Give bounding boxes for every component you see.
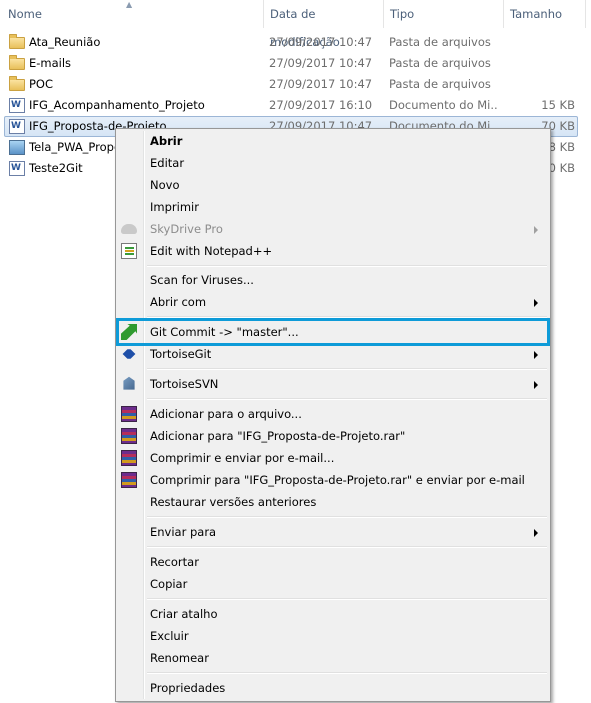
menu-item-restore-versions[interactable]: Restaurar versões anteriores xyxy=(118,491,548,513)
menu-separator xyxy=(147,368,547,370)
menu-separator xyxy=(147,265,547,267)
menu-item-print[interactable]: Imprimir xyxy=(118,196,548,218)
menu-separator xyxy=(147,516,547,518)
file-row-e-mails[interactable]: E-mails 27/09/2017 10:47 Pasta de arquiv… xyxy=(0,53,591,74)
image-file-icon xyxy=(9,140,25,155)
file-row-ata-reuniao[interactable]: Ata_Reunião 27/09/2017 10:47 Pasta de ar… xyxy=(0,32,591,53)
menu-item-properties[interactable]: Propriedades xyxy=(118,677,548,699)
submenu-arrow-icon xyxy=(534,351,538,359)
winrar-icon xyxy=(121,450,137,466)
notepadpp-icon xyxy=(121,243,137,259)
menu-separator xyxy=(147,672,547,674)
menu-item-cut[interactable]: Recortar xyxy=(118,551,548,573)
word-doc-icon xyxy=(9,119,25,134)
menu-separator xyxy=(147,546,547,548)
word-doc-icon xyxy=(9,98,25,113)
menu-item-add-to-rar[interactable]: Adicionar para "IFG_Proposta-de-Projeto.… xyxy=(118,425,548,447)
folder-icon xyxy=(9,76,25,91)
menu-item-skydrive-pro[interactable]: SkyDrive Pro xyxy=(118,218,548,240)
menu-separator xyxy=(147,398,547,400)
file-row-ifg-acompanhamento[interactable]: IFG_Acompanhamento_Projeto 27/09/2017 16… xyxy=(0,95,591,116)
menu-item-scan-viruses[interactable]: Scan for Viruses... xyxy=(118,269,548,291)
menu-item-open[interactable]: Abrir xyxy=(118,130,548,152)
menu-item-notepadpp[interactable]: Edit with Notepad++ xyxy=(118,240,548,262)
menu-item-compress-email[interactable]: Comprimir e enviar por e-mail... xyxy=(118,447,548,469)
submenu-arrow-icon xyxy=(534,299,538,307)
menu-item-add-to-archive[interactable]: Adicionar para o arquivo... xyxy=(118,403,548,425)
winrar-icon xyxy=(121,406,137,422)
column-type[interactable]: Tipo xyxy=(384,0,504,28)
file-row-poc[interactable]: POC 27/09/2017 10:47 Pasta de arquivos xyxy=(0,74,591,95)
folder-icon xyxy=(9,55,25,70)
menu-item-copy[interactable]: Copiar xyxy=(118,573,548,595)
column-date[interactable]: Data de modificação xyxy=(264,0,384,49)
cloud-icon xyxy=(121,224,137,234)
column-size[interactable]: Tamanho xyxy=(504,0,586,28)
menu-item-tortoisegit[interactable]: TortoiseGit xyxy=(118,343,548,365)
word-doc-icon xyxy=(9,161,25,176)
menu-item-delete[interactable]: Excluir xyxy=(118,625,548,647)
context-menu: Abrir Editar Novo Imprimir SkyDrive Pro … xyxy=(115,128,551,702)
menu-item-compress-rar-email[interactable]: Comprimir para "IFG_Proposta-de-Projeto.… xyxy=(118,469,548,491)
tortoisegit-icon xyxy=(122,349,136,359)
menu-item-rename[interactable]: Renomear xyxy=(118,647,548,669)
menu-item-edit[interactable]: Editar xyxy=(118,152,548,174)
column-name[interactable]: Nome xyxy=(2,0,264,28)
submenu-arrow-icon xyxy=(534,226,538,234)
submenu-arrow-icon xyxy=(534,381,538,389)
menu-item-create-shortcut[interactable]: Criar atalho xyxy=(118,603,548,625)
menu-item-tortoisesvn[interactable]: TortoiseSVN xyxy=(118,373,548,395)
menu-separator xyxy=(147,598,547,600)
winrar-icon xyxy=(121,472,137,488)
submenu-arrow-icon xyxy=(534,529,538,537)
menu-item-open-with[interactable]: Abrir com xyxy=(118,291,548,313)
column-header: ▲ Nome Data de modificação Tipo Tamanho xyxy=(0,0,591,49)
folder-icon xyxy=(9,34,25,49)
winrar-icon xyxy=(121,428,137,444)
menu-item-new[interactable]: Novo xyxy=(118,174,548,196)
annotation-highlight-box xyxy=(116,318,550,346)
menu-item-send-to[interactable]: Enviar para xyxy=(118,521,548,543)
tortoisesvn-icon xyxy=(123,376,135,390)
